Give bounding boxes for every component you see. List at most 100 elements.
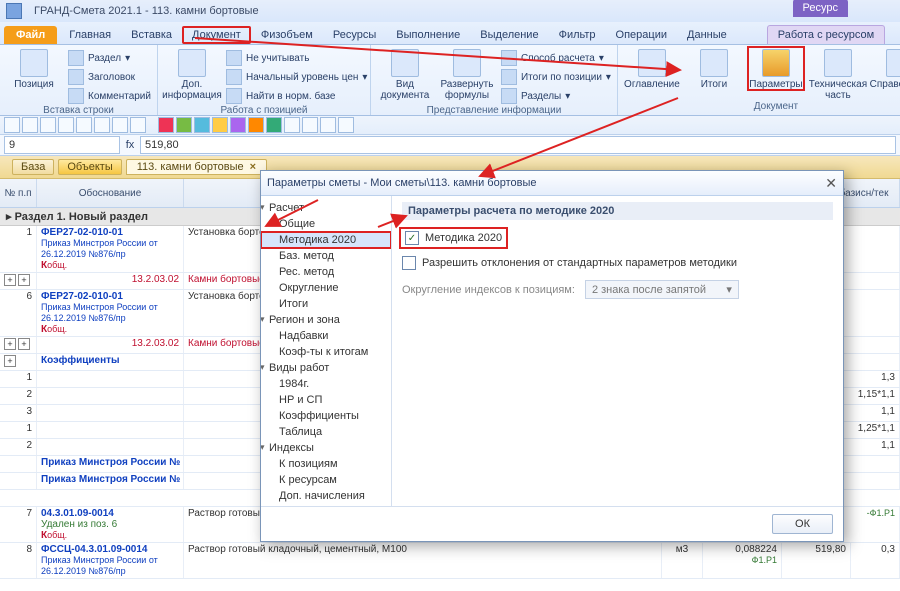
qat-btn[interactable] xyxy=(112,117,128,133)
ribbon-tabs: Файл Главная Вставка Документ Физобъем Р… xyxy=(0,22,900,45)
qat-btn[interactable] xyxy=(40,117,56,133)
tab-resource-context[interactable]: Работа с ресурсом xyxy=(767,25,885,44)
view-icon xyxy=(391,49,419,77)
qat-btn[interactable] xyxy=(94,117,110,133)
methodika2020-checkbox[interactable]: ✓Методика 2020 xyxy=(402,230,505,246)
comment-button[interactable]: Комментарий xyxy=(68,87,151,105)
tree-vidy[interactable]: Виды работ xyxy=(261,360,391,376)
position-button[interactable]: Позиция xyxy=(6,47,62,90)
tree-nadbavki[interactable]: Надбавки xyxy=(261,328,391,344)
flag-icon[interactable] xyxy=(248,117,264,133)
tree-kpoz[interactable]: К позициям xyxy=(261,456,391,472)
group-label: Работа с позицией xyxy=(164,105,364,117)
flag-icon[interactable] xyxy=(158,117,174,133)
vid-button[interactable]: Вид документа xyxy=(377,47,433,101)
tree-1984[interactable]: 1984г. xyxy=(261,376,391,392)
qat-btn[interactable] xyxy=(338,117,354,133)
qat-btn[interactable] xyxy=(320,117,336,133)
cell-ref-input[interactable]: 9 xyxy=(4,136,120,154)
tree-avtoz[interactable]: Автозагрузка xyxy=(261,504,391,506)
flag-icon[interactable] xyxy=(212,117,228,133)
expand-icon[interactable]: + xyxy=(4,274,16,286)
expand-icon[interactable]: + xyxy=(18,338,30,350)
tree-resmetod[interactable]: Рес. метод xyxy=(261,264,391,280)
tab-data[interactable]: Данные xyxy=(677,26,737,44)
tab-insert[interactable]: Вставка xyxy=(121,26,182,44)
naitinorm-button[interactable]: Найти в норм. базе xyxy=(226,87,367,105)
group-label: Представление информации xyxy=(377,105,611,117)
dopinfo-button[interactable]: Доп. информация xyxy=(164,47,220,101)
tree-raschet[interactable]: Расчет xyxy=(261,200,391,216)
koef-row[interactable]: Коэффициенты xyxy=(37,354,184,370)
file-tab[interactable]: Файл xyxy=(4,26,57,44)
expand-icon[interactable]: + xyxy=(18,274,30,286)
tree-okrug[interactable]: Округление xyxy=(261,280,391,296)
table-row[interactable]: 8 ФССЦ-04.3.01.09-0014Приказ Минстроя Ро… xyxy=(0,543,900,579)
section-icon xyxy=(68,50,84,66)
tree-methodika2020[interactable]: Методика 2020 xyxy=(261,232,391,248)
tab-ops[interactable]: Операции xyxy=(606,26,677,44)
tree-indeksy[interactable]: Индексы xyxy=(261,440,391,456)
razvernut-button[interactable]: Развернуть формулы xyxy=(439,47,495,101)
tree-dopnach[interactable]: Доп. начисления xyxy=(261,488,391,504)
ok-button[interactable]: ОК xyxy=(772,514,833,534)
qat-btn[interactable] xyxy=(76,117,92,133)
qat-btn[interactable] xyxy=(4,117,20,133)
tab-sel[interactable]: Выделение xyxy=(470,26,548,44)
rounding-combo[interactable]: 2 знака после запятой▾ xyxy=(585,280,739,299)
tab-phys[interactable]: Физобъем xyxy=(251,26,323,44)
col-hdr[interactable]: Обоснование xyxy=(37,179,184,207)
allow-deviation-checkbox[interactable]: Разрешить отклонения от стандартных пара… xyxy=(402,256,833,270)
objects-button[interactable]: Объекты xyxy=(58,159,121,175)
tab-main[interactable]: Главная xyxy=(59,26,121,44)
qat-btn[interactable] xyxy=(302,117,318,133)
tab-document[interactable]: Документ xyxy=(182,26,251,44)
close-icon[interactable]: × xyxy=(250,161,256,173)
decree-link[interactable]: Приказ Минстроя России № xyxy=(37,456,184,472)
tab-res[interactable]: Ресурсы xyxy=(323,26,386,44)
formula-input[interactable]: 519,80 xyxy=(140,136,896,154)
expand-icon[interactable]: + xyxy=(4,338,16,350)
neuchit-button[interactable]: Не учитывать xyxy=(226,49,367,67)
tree-itogi[interactable]: Итоги xyxy=(261,296,391,312)
tree-koefitog[interactable]: Коэф-ты к итогам xyxy=(261,344,391,360)
tree-kres[interactable]: К ресурсам xyxy=(261,472,391,488)
tree-obshie[interactable]: Общие xyxy=(261,216,391,232)
razdely-button[interactable]: Разделы ▾ xyxy=(501,87,611,105)
tree-tabl[interactable]: Таблица xyxy=(261,424,391,440)
header-button[interactable]: Заголовок xyxy=(68,68,151,86)
info-icon xyxy=(178,49,206,77)
qat-btn[interactable] xyxy=(284,117,300,133)
flag-icon[interactable] xyxy=(194,117,210,133)
qat-btn[interactable] xyxy=(22,117,38,133)
itogi-button[interactable]: Итоги xyxy=(686,47,742,90)
col-hdr[interactable]: № п.п xyxy=(0,179,37,207)
parametry-button[interactable]: Параметры xyxy=(748,47,804,90)
sposob-button[interactable]: Способ расчета ▾ xyxy=(501,49,611,67)
nachuroven-button[interactable]: Начальный уровень цен ▾ xyxy=(226,68,367,86)
tree-region[interactable]: Регион и зона xyxy=(261,312,391,328)
techchast-button[interactable]: Техническая часть xyxy=(810,47,866,101)
decree-link[interactable]: Приказ Минстроя России № xyxy=(37,473,184,489)
tree-nrsp[interactable]: НР и СП xyxy=(261,392,391,408)
qat-btn[interactable] xyxy=(130,117,146,133)
tab-exec[interactable]: Выполнение xyxy=(386,26,470,44)
base-button[interactable]: База xyxy=(12,159,54,175)
tree-koef[interactable]: Коэффициенты xyxy=(261,408,391,424)
oglav-button[interactable]: Оглавление xyxy=(624,47,680,90)
section-button[interactable]: Раздел ▾ xyxy=(68,49,151,67)
sprav-button[interactable]: Справочники xyxy=(872,47,900,90)
flag-icon[interactable] xyxy=(176,117,192,133)
fx-icon[interactable]: fx xyxy=(120,139,140,151)
tab-filter[interactable]: Фильтр xyxy=(549,26,606,44)
flag-icon[interactable] xyxy=(266,117,282,133)
qat-btn[interactable] xyxy=(58,117,74,133)
context-tab[interactable]: Ресурс xyxy=(793,0,848,17)
doc-tab[interactable]: 113. камни бортовые× xyxy=(126,159,267,175)
expand-icon[interactable]: + xyxy=(4,355,16,367)
close-icon[interactable]: ✕ xyxy=(825,175,837,192)
tree-bazmetod[interactable]: Баз. метод xyxy=(261,248,391,264)
group-label: Вставка строки xyxy=(6,105,151,117)
flag-icon[interactable] xyxy=(230,117,246,133)
itogipoz-button[interactable]: Итоги по позиции ▾ xyxy=(501,68,611,86)
